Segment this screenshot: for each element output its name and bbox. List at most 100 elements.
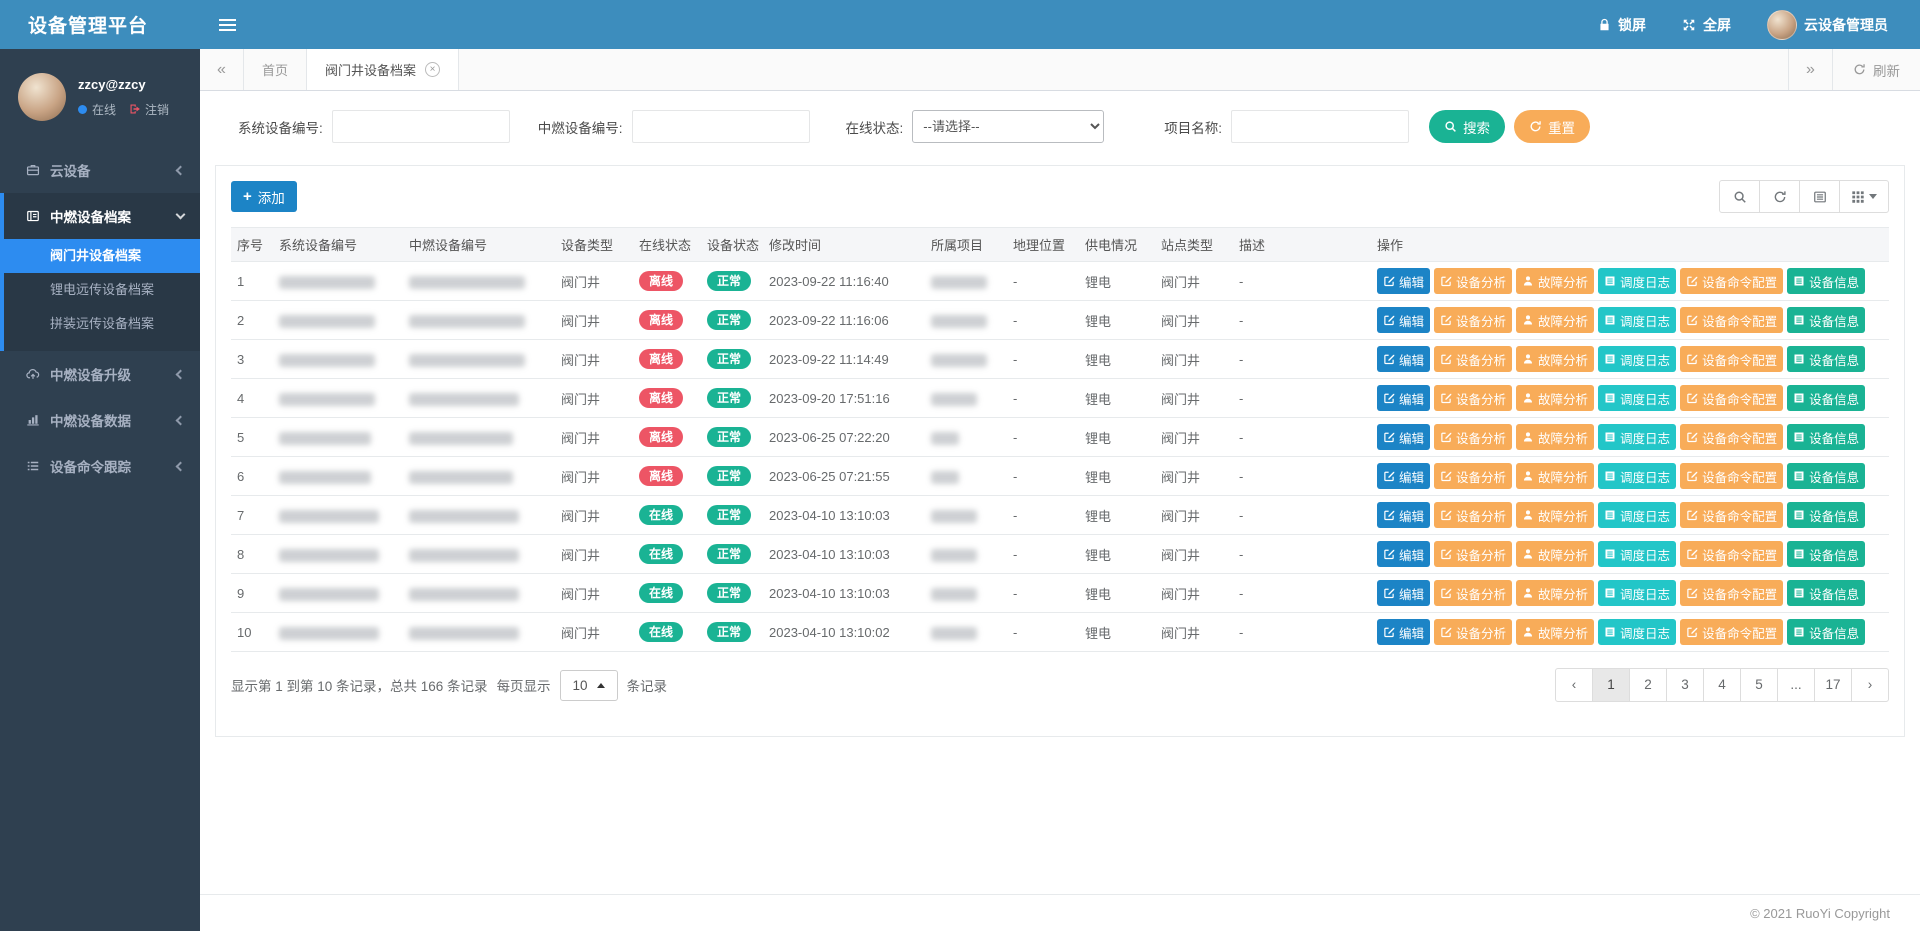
- action-5-button[interactable]: 设备信息: [1787, 619, 1865, 645]
- table-columns-button[interactable]: [1839, 180, 1889, 213]
- action-5-button[interactable]: 设备信息: [1787, 268, 1865, 294]
- sidebar-item-1[interactable]: 中燃设备档案: [4, 193, 200, 239]
- action-0-button[interactable]: 编辑: [1377, 463, 1430, 489]
- sidebar-item-4[interactable]: 设备命令跟踪: [4, 443, 200, 489]
- pager-page-4[interactable]: 4: [1703, 668, 1741, 702]
- page-size-dropdown[interactable]: 10: [560, 670, 618, 701]
- sidebar-subitem-0[interactable]: 阀门井设备档案: [4, 239, 200, 273]
- logout-button[interactable]: 注销: [129, 101, 169, 118]
- action-0-button[interactable]: 编辑: [1377, 424, 1430, 450]
- add-button[interactable]: + 添加: [231, 181, 297, 212]
- table-detail-view-button[interactable]: [1799, 180, 1840, 213]
- sidebar-item-2[interactable]: 中燃设备升级: [4, 351, 200, 397]
- action-4-button[interactable]: 设备命令配置: [1680, 424, 1783, 450]
- action-1-button[interactable]: 设备分析: [1434, 541, 1512, 567]
- table-refresh-button[interactable]: [1759, 180, 1800, 213]
- action-4-button[interactable]: 设备命令配置: [1680, 346, 1783, 372]
- action-2-button[interactable]: 故障分析: [1516, 268, 1594, 294]
- sidebar-subitem-2[interactable]: 拼装远传设备档案: [4, 307, 200, 341]
- tab-1[interactable]: 阀门井设备档案×: [307, 49, 459, 90]
- action-5-button[interactable]: 设备信息: [1787, 385, 1865, 411]
- action-5-button[interactable]: 设备信息: [1787, 580, 1865, 606]
- action-5-button[interactable]: 设备信息: [1787, 463, 1865, 489]
- pager-page-17[interactable]: 17: [1814, 668, 1852, 702]
- action-3-button[interactable]: 调度日志: [1598, 307, 1676, 333]
- action-1-button[interactable]: 设备分析: [1434, 346, 1512, 372]
- action-4-button[interactable]: 设备命令配置: [1680, 502, 1783, 528]
- action-1-button[interactable]: 设备分析: [1434, 424, 1512, 450]
- action-0-button[interactable]: 编辑: [1377, 619, 1430, 645]
- search-button[interactable]: 搜索: [1429, 110, 1505, 143]
- action-4-button[interactable]: 设备命令配置: [1680, 268, 1783, 294]
- action-4-button[interactable]: 设备命令配置: [1680, 580, 1783, 606]
- pager-page-1[interactable]: 1: [1592, 668, 1630, 702]
- action-2-button[interactable]: 故障分析: [1516, 307, 1594, 333]
- action-3-button[interactable]: 调度日志: [1598, 502, 1676, 528]
- action-4-button[interactable]: 设备命令配置: [1680, 541, 1783, 567]
- action-2-button[interactable]: 故障分析: [1516, 385, 1594, 411]
- table-search-button[interactable]: [1719, 180, 1760, 213]
- action-5-button[interactable]: 设备信息: [1787, 541, 1865, 567]
- action-5-button[interactable]: 设备信息: [1787, 346, 1865, 372]
- action-1-button[interactable]: 设备分析: [1434, 463, 1512, 489]
- action-2-button[interactable]: 故障分析: [1516, 424, 1594, 450]
- action-1-button[interactable]: 设备分析: [1434, 502, 1512, 528]
- action-0-button[interactable]: 编辑: [1377, 346, 1430, 372]
- action-1-button[interactable]: 设备分析: [1434, 268, 1512, 294]
- pager-page-2[interactable]: 2: [1629, 668, 1667, 702]
- action-4-button[interactable]: 设备命令配置: [1680, 619, 1783, 645]
- action-3-button[interactable]: 调度日志: [1598, 580, 1676, 606]
- tab-close-icon[interactable]: ×: [425, 62, 440, 77]
- action-3-button[interactable]: 调度日志: [1598, 346, 1676, 372]
- tabs-scroll-right-button[interactable]: »: [1788, 49, 1832, 90]
- action-2-button[interactable]: 故障分析: [1516, 463, 1594, 489]
- action-3-button[interactable]: 调度日志: [1598, 424, 1676, 450]
- fullscreen-button[interactable]: 全屏: [1682, 15, 1731, 35]
- system-device-no-input[interactable]: [332, 110, 510, 143]
- action-2-button[interactable]: 故障分析: [1516, 502, 1594, 528]
- online-status-select[interactable]: --请选择--: [912, 110, 1104, 143]
- reset-button[interactable]: 重置: [1514, 110, 1590, 143]
- project-name-input[interactable]: [1231, 110, 1409, 143]
- action-0-button[interactable]: 编辑: [1377, 502, 1430, 528]
- user-menu[interactable]: 云设备管理员: [1767, 10, 1888, 40]
- lock-screen-button[interactable]: 锁屏: [1598, 15, 1646, 35]
- action-0-button[interactable]: 编辑: [1377, 580, 1430, 606]
- pager-next[interactable]: ›: [1851, 668, 1889, 702]
- action-2-button[interactable]: 故障分析: [1516, 541, 1594, 567]
- refresh-tab-button[interactable]: 刷新: [1832, 49, 1920, 90]
- action-3-button[interactable]: 调度日志: [1598, 463, 1676, 489]
- tab-0[interactable]: 首页: [244, 49, 307, 90]
- action-4-button[interactable]: 设备命令配置: [1680, 307, 1783, 333]
- pager-page-...[interactable]: ...: [1777, 668, 1815, 702]
- pager-page-3[interactable]: 3: [1666, 668, 1704, 702]
- action-4-button[interactable]: 设备命令配置: [1680, 463, 1783, 489]
- action-0-button[interactable]: 编辑: [1377, 385, 1430, 411]
- action-2-button[interactable]: 故障分析: [1516, 580, 1594, 606]
- sidebar-item-0[interactable]: 云设备: [4, 147, 200, 193]
- sidebar-subitem-1[interactable]: 锂电远传设备档案: [4, 273, 200, 307]
- action-4-button[interactable]: 设备命令配置: [1680, 385, 1783, 411]
- hamburger-icon[interactable]: [200, 0, 254, 49]
- action-5-button[interactable]: 设备信息: [1787, 424, 1865, 450]
- action-5-button[interactable]: 设备信息: [1787, 502, 1865, 528]
- action-5-button[interactable]: 设备信息: [1787, 307, 1865, 333]
- tabs-scroll-left-button[interactable]: «: [200, 49, 244, 90]
- action-3-button[interactable]: 调度日志: [1598, 385, 1676, 411]
- action-0-button[interactable]: 编辑: [1377, 268, 1430, 294]
- sidebar-item-3[interactable]: 中燃设备数据: [4, 397, 200, 443]
- action-3-button[interactable]: 调度日志: [1598, 268, 1676, 294]
- action-0-button[interactable]: 编辑: [1377, 307, 1430, 333]
- action-1-button[interactable]: 设备分析: [1434, 385, 1512, 411]
- action-0-button[interactable]: 编辑: [1377, 541, 1430, 567]
- pager-page-5[interactable]: 5: [1740, 668, 1778, 702]
- action-3-button[interactable]: 调度日志: [1598, 541, 1676, 567]
- action-3-button[interactable]: 调度日志: [1598, 619, 1676, 645]
- pager-prev[interactable]: ‹: [1555, 668, 1593, 702]
- action-2-button[interactable]: 故障分析: [1516, 619, 1594, 645]
- action-1-button[interactable]: 设备分析: [1434, 307, 1512, 333]
- action-1-button[interactable]: 设备分析: [1434, 580, 1512, 606]
- action-2-button[interactable]: 故障分析: [1516, 346, 1594, 372]
- zhongran-device-no-input[interactable]: [632, 110, 810, 143]
- action-1-button[interactable]: 设备分析: [1434, 619, 1512, 645]
